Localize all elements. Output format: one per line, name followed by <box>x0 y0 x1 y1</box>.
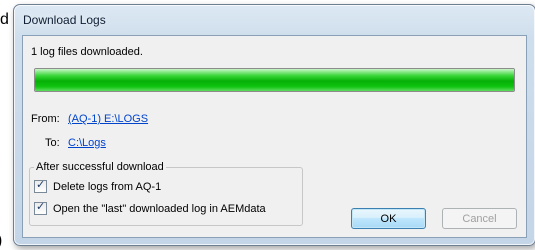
status-message: 1 log files downloaded. <box>31 46 143 58</box>
source-path-link[interactable]: (AQ-1) E:\LOGS <box>68 113 148 125</box>
dialog-title: Download Logs <box>23 13 106 27</box>
delete-logs-label: Delete logs from AQ-1 <box>53 180 162 193</box>
group-label: After successful download <box>34 161 166 173</box>
to-label: To: <box>45 137 60 149</box>
open-last-log-option[interactable]: ✓ Open the "last" downloaded log in AEMd… <box>34 201 266 215</box>
delete-logs-checkbox[interactable]: ✓ <box>34 179 47 193</box>
background-text-fragment: ) <box>0 232 2 250</box>
ok-button[interactable]: OK <box>351 208 426 229</box>
open-last-log-label: Open the "last" downloaded log in AEMdat… <box>53 202 266 215</box>
download-progress-bar <box>34 68 515 92</box>
checkmark-icon: ✓ <box>36 179 46 191</box>
progress-bar-fill <box>35 69 514 91</box>
dialog-body: 1 log files downloaded. From: (AQ-1) E:\… <box>22 35 527 238</box>
cancel-button[interactable]: Cancel <box>442 208 517 229</box>
background-text-fragment: d <box>0 11 9 28</box>
title-bar[interactable]: Download Logs <box>14 5 535 33</box>
download-logs-dialog: Download Logs 1 log files downloaded. Fr… <box>13 4 535 246</box>
from-label: From: <box>31 113 60 125</box>
open-last-log-checkbox[interactable]: ✓ <box>34 201 47 215</box>
after-download-options-group: After successful download ✓ Delete logs … <box>29 161 303 226</box>
checkmark-icon: ✓ <box>36 201 46 213</box>
destination-path-link[interactable]: C:\Logs <box>68 137 106 149</box>
delete-logs-option[interactable]: ✓ Delete logs from AQ-1 <box>34 179 162 193</box>
